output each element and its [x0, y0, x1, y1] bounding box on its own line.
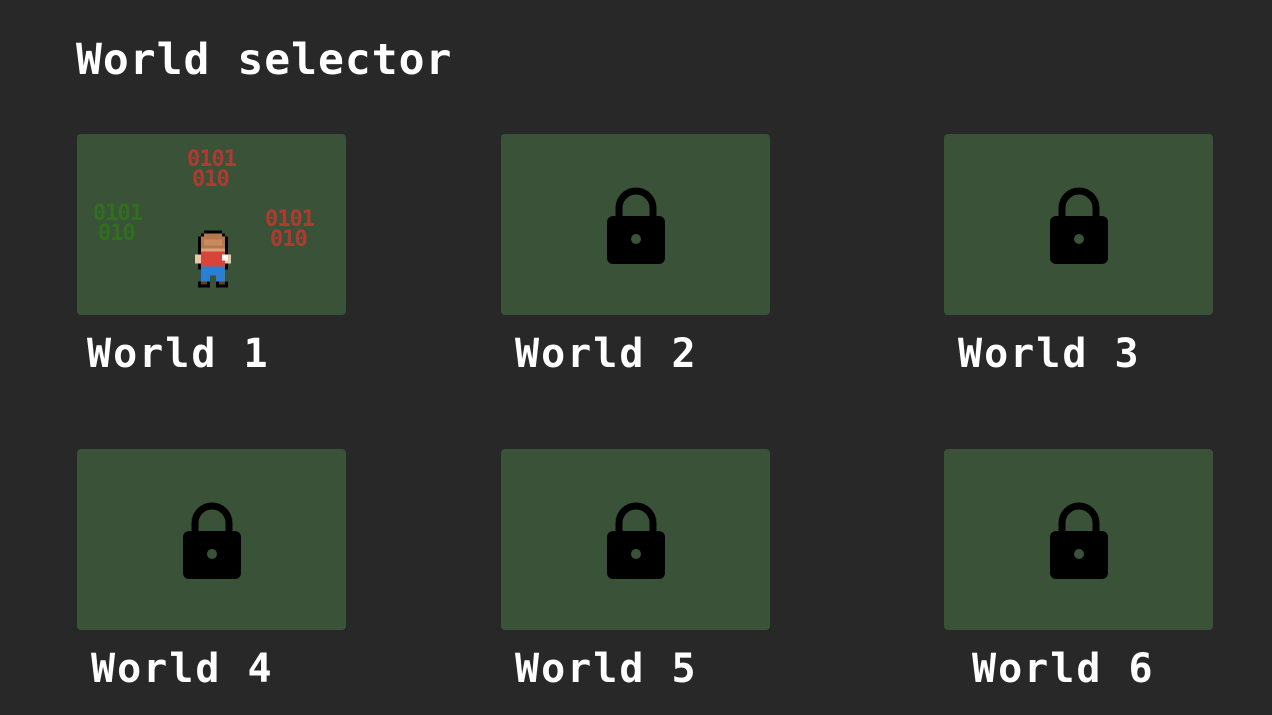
page-title: World selector	[76, 35, 453, 85]
world-thumbnail-4[interactable]	[77, 449, 346, 630]
world-card-4[interactable]: World 4	[77, 449, 346, 691]
world-thumbnail-5[interactable]	[501, 449, 770, 630]
world-thumbnail-6[interactable]	[944, 449, 1213, 630]
world-thumbnail-3[interactable]	[944, 134, 1213, 315]
world-thumbnail-1[interactable]: 0101 010 0101 010 0101 010	[77, 134, 346, 315]
world-card-5[interactable]: World 5	[501, 449, 770, 691]
world-card-1[interactable]: 0101 010 0101 010 0101 010 World 1	[77, 134, 346, 376]
world-label-5: World 5	[515, 646, 698, 692]
world-card-3[interactable]: World 3	[944, 134, 1213, 376]
player-sprite-icon	[195, 230, 231, 288]
binary-red-text-1: 0101 010	[187, 147, 237, 192]
lock-icon	[1049, 502, 1108, 579]
world-label-4: World 4	[91, 646, 274, 692]
lock-icon	[606, 187, 665, 264]
world-label-6: World 6	[972, 646, 1155, 692]
binary-red-text-2: 0101 010	[265, 207, 315, 252]
world-thumbnail-2[interactable]	[501, 134, 770, 315]
lock-icon	[182, 502, 241, 579]
lock-icon	[1049, 187, 1108, 264]
world-label-1: World 1	[87, 331, 270, 377]
world-card-2[interactable]: World 2	[501, 134, 770, 376]
world-card-6[interactable]: World 6	[944, 449, 1213, 691]
binary-green-text: 0101 010	[93, 201, 143, 246]
lock-icon	[606, 502, 665, 579]
world-label-2: World 2	[515, 331, 698, 377]
world-label-3: World 3	[958, 331, 1141, 377]
